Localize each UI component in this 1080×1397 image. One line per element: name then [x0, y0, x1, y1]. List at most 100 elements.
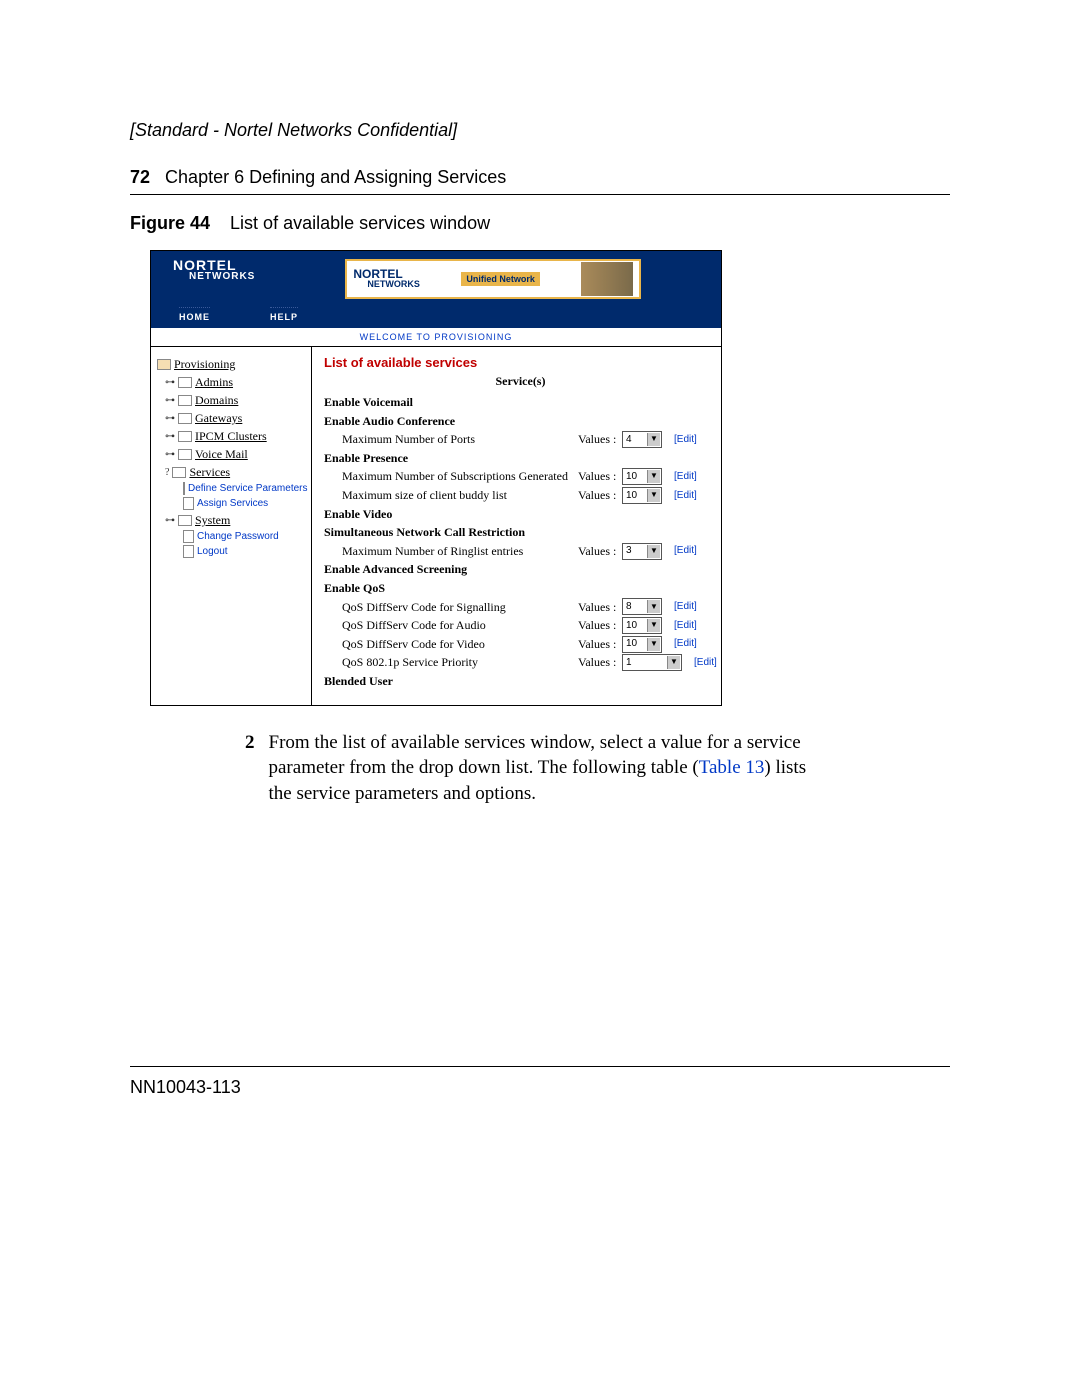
- edit-link[interactable]: Edit: [674, 636, 697, 652]
- chevron-down-icon: ▼: [647, 619, 660, 632]
- values-label: Values :: [578, 467, 622, 486]
- dropdown-max-subs[interactable]: 10▼: [622, 468, 662, 485]
- chevron-down-icon: ▼: [647, 545, 660, 558]
- svc-enable-audio-conf: Enable Audio Conference: [324, 412, 560, 431]
- sidebar-ipcm[interactable]: ⊶ IPCM Clusters: [165, 427, 307, 445]
- sidebar-change-password[interactable]: Change Password: [183, 529, 307, 544]
- welcome-bar: WELCOME TO PROVISIONING: [151, 328, 721, 347]
- edit-link[interactable]: Edit: [674, 618, 697, 634]
- edit-link[interactable]: Edit: [674, 488, 697, 504]
- dropdown-qos-audio[interactable]: 10▼: [622, 617, 662, 634]
- chapter-heading: 72 Chapter 6 Defining and Assigning Serv…: [130, 167, 950, 195]
- folder-icon: [172, 467, 186, 478]
- folder-icon: [178, 515, 192, 526]
- sidebar-define-params[interactable]: Define Service Parameters: [183, 481, 307, 496]
- banner: NORTEL NETWORKS Unified Network: [345, 259, 641, 299]
- edit-link[interactable]: Edit: [694, 655, 717, 671]
- doc-icon: [183, 545, 194, 558]
- key-icon: ⊶: [165, 447, 175, 462]
- question-icon: ?: [165, 465, 169, 480]
- folder-icon: [178, 395, 192, 406]
- panel-title: List of available services: [324, 355, 717, 370]
- doc-icon: [183, 497, 194, 510]
- sidebar-voicemail[interactable]: ⊶ Voice Mail: [165, 445, 307, 463]
- edit-link[interactable]: Edit: [674, 469, 697, 485]
- chevron-down-icon: ▼: [667, 656, 680, 669]
- sidebar-tree: Provisioning ⊶ Admins ⊶ Domains ⊶ Gatewa…: [151, 347, 312, 705]
- dropdown-qos-8021p[interactable]: 1▼: [622, 654, 682, 671]
- folder-icon: [178, 431, 192, 442]
- edit-link[interactable]: Edit: [674, 543, 697, 559]
- doc-icon: [183, 530, 194, 543]
- sidebar-domains[interactable]: ⊶ Domains: [165, 391, 307, 409]
- sidebar-admins[interactable]: ⊶ Admins: [165, 373, 307, 391]
- values-label: Values :: [578, 430, 622, 449]
- sidebar-assign-services[interactable]: Assign Services: [183, 496, 307, 511]
- app-header: NORTEL NETWORKS NORTEL NETWORKS Unified …: [151, 251, 721, 303]
- edit-link[interactable]: Edit: [674, 432, 697, 448]
- svc-max-buddy: Maximum size of client buddy list: [324, 486, 578, 505]
- svc-enable-video: Enable Video: [324, 505, 560, 524]
- sidebar-gateways[interactable]: ⊶ Gateways: [165, 409, 307, 427]
- svc-enable-voicemail: Enable Voicemail: [324, 393, 560, 412]
- key-icon: ⊶: [165, 393, 175, 408]
- chevron-down-icon: ▼: [647, 433, 660, 446]
- step-text: From the list of available services wind…: [269, 730, 816, 807]
- table-reference-link[interactable]: Table 13: [699, 757, 765, 778]
- figure-caption-text: List of available services window: [230, 213, 490, 233]
- folder-icon: [178, 449, 192, 460]
- screenshot-frame: NORTEL NETWORKS NORTEL NETWORKS Unified …: [150, 250, 722, 706]
- step-number: 2: [245, 730, 255, 807]
- chevron-down-icon: ▼: [647, 600, 660, 613]
- values-label: Values :: [578, 635, 622, 654]
- doc-footer: NN10043-113: [130, 1066, 950, 1098]
- svc-qos-audio: QoS DiffServ Code for Audio: [324, 616, 578, 635]
- logo-top: NORTEL: [173, 259, 255, 272]
- page-number: 72: [130, 167, 150, 187]
- nav-home[interactable]: HOME: [179, 307, 210, 322]
- folder-icon: [157, 359, 171, 370]
- figure-label: Figure 44: [130, 213, 210, 233]
- svc-max-subs: Maximum Number of Subscriptions Generate…: [324, 467, 578, 486]
- key-icon: ⊶: [165, 411, 175, 426]
- svc-enable-presence: Enable Presence: [324, 449, 560, 468]
- sidebar-system[interactable]: ⊶ System: [165, 511, 307, 529]
- svc-max-ports: Maximum Number of Ports: [324, 430, 578, 449]
- doc-icon: [183, 482, 185, 495]
- chevron-down-icon: ▼: [647, 489, 660, 502]
- dropdown-max-ringlist[interactable]: 3▼: [622, 543, 662, 560]
- nav-help[interactable]: HELP: [270, 307, 298, 322]
- folder-icon: [178, 413, 192, 424]
- sidebar-logout[interactable]: Logout: [183, 544, 307, 559]
- sidebar-provisioning[interactable]: Provisioning: [157, 355, 307, 373]
- key-icon: ⊶: [165, 429, 175, 444]
- column-header: Service(s): [324, 374, 717, 389]
- svc-sncr: Simultaneous Network Call Restriction: [324, 523, 560, 542]
- svc-enable-qos: Enable QoS: [324, 579, 560, 598]
- key-icon: ⊶: [165, 513, 175, 528]
- dropdown-max-ports[interactable]: 4▼: [622, 431, 662, 448]
- svc-max-ringlist: Maximum Number of Ringlist entries: [324, 542, 578, 561]
- nortel-logo: NORTEL NETWORKS: [173, 259, 255, 282]
- svc-qos-8021p: QoS 802.1p Service Priority: [324, 653, 578, 672]
- values-label: Values :: [578, 616, 622, 635]
- folder-icon: [178, 377, 192, 388]
- svc-enable-adv-scr: Enable Advanced Screening: [324, 560, 560, 579]
- logo-sub: NETWORKS: [189, 272, 255, 282]
- classification-text: [Standard - Nortel Networks Confidential…: [130, 120, 950, 141]
- banner-logo: NORTEL NETWORKS: [353, 269, 420, 289]
- key-icon: ⊶: [165, 375, 175, 390]
- values-label: Values :: [578, 598, 622, 617]
- values-label: Values :: [578, 653, 622, 672]
- banner-tag: Unified Network: [461, 272, 540, 286]
- chapter-label: Chapter 6 Defining and Assigning Service…: [165, 167, 506, 187]
- dropdown-qos-video[interactable]: 10▼: [622, 636, 662, 653]
- edit-link[interactable]: Edit: [674, 599, 697, 615]
- banner-photo: [581, 262, 633, 296]
- step-paragraph: 2 From the list of available services wi…: [245, 730, 815, 807]
- dropdown-qos-sig[interactable]: 8▼: [622, 598, 662, 615]
- sidebar-services[interactable]: ? Services: [165, 463, 307, 481]
- svc-qos-sig: QoS DiffServ Code for Signalling: [324, 598, 578, 617]
- dropdown-max-buddy[interactable]: 10▼: [622, 487, 662, 504]
- chevron-down-icon: ▼: [647, 470, 660, 483]
